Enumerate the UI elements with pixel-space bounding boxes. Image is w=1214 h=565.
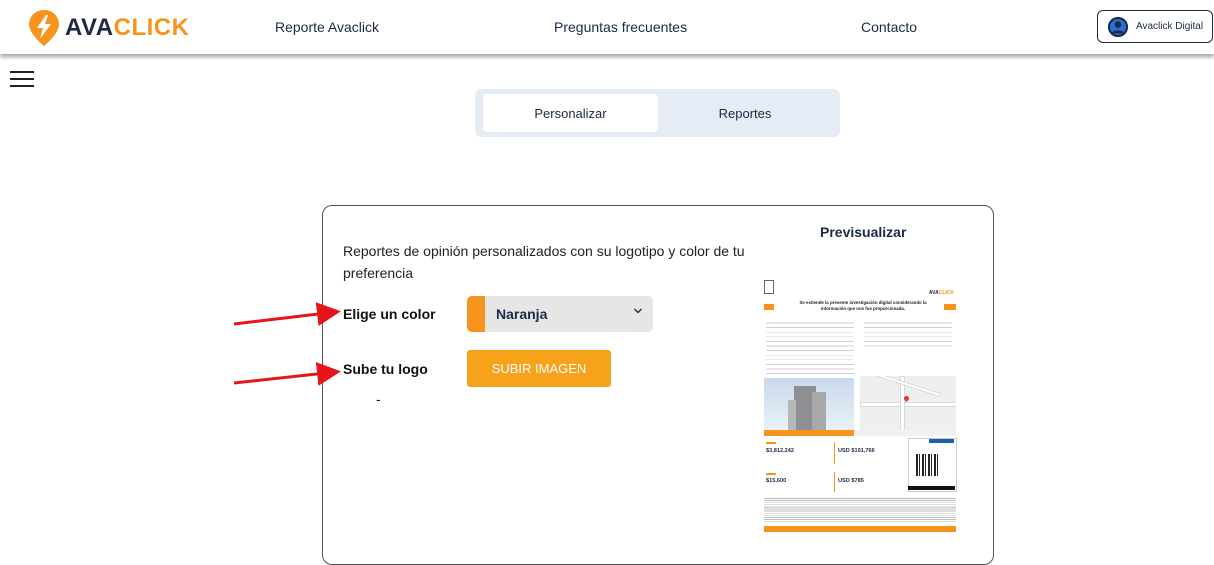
top-navbar: AVACLICK Reporte Avaclick Preguntas frec…: [0, 0, 1214, 54]
logo-icon: [29, 10, 59, 46]
annotation-arrows: [233, 302, 341, 386]
arrow-to-color-label: [233, 302, 341, 327]
arrow-to-logo-label: [233, 362, 341, 386]
user-avatar-icon: [1108, 16, 1128, 37]
nav-reporte-avaclick[interactable]: Reporte Avaclick: [275, 19, 379, 35]
brand-logo[interactable]: AVACLICK: [27, 9, 189, 47]
nav-preguntas-frecuentes[interactable]: Preguntas frecuentes: [554, 19, 687, 35]
user-name: Avaclick Digital: [1136, 21, 1204, 32]
nav-contacto[interactable]: Contacto: [861, 19, 917, 35]
user-account-button[interactable]: Avaclick Digital: [1097, 10, 1213, 43]
logo-text: AVACLICK: [65, 14, 190, 41]
